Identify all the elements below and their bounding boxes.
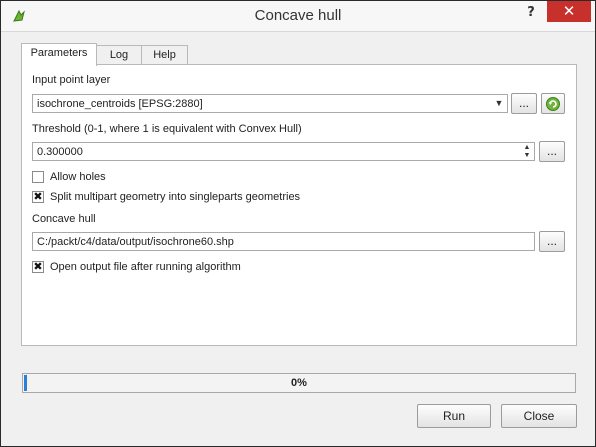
output-path-input[interactable]: C:/packt/c4/data/output/isochrone60.shp [32,232,535,251]
chevron-down-icon: ▼ [494,98,504,108]
progress-text: 0% [291,377,307,389]
dialog-window: Concave hull ? ✕ Parameters Log Help Inp… [0,0,596,447]
split-multipart-checkbox[interactable]: ✖ [32,191,44,203]
close-button[interactable]: Close [501,404,577,428]
tab-help[interactable]: Help [141,45,188,65]
output-label: Concave hull [32,213,96,225]
threshold-browse-button[interactable]: ... [539,141,565,162]
spin-down-icon[interactable]: ▼ [521,152,533,160]
window-close-button[interactable]: ✕ [547,1,591,22]
input-layer-select[interactable]: isochrone_centroids [EPSG:2880] ▼ [32,94,508,113]
titlebar: Concave hull ? ✕ [1,1,595,32]
allow-holes-checkbox[interactable] [32,171,44,183]
threshold-label: Threshold (0-1, where 1 is equivalent wi… [32,123,302,135]
window-title: Concave hull [254,7,342,24]
input-layer-browse-button[interactable]: ... [511,93,537,114]
open-output-checkbox[interactable]: ✖ [32,261,44,273]
allow-holes-label: Allow holes [50,171,106,183]
threshold-value: 0.300000 [37,146,83,158]
iterate-button[interactable] [541,93,565,114]
input-layer-label: Input point layer [32,74,111,86]
output-browse-button[interactable]: ... [539,231,565,252]
tab-log[interactable]: Log [95,45,143,65]
threshold-input[interactable]: 0.300000 ▲ ▼ [32,142,535,161]
refresh-icon [546,97,560,111]
input-layer-value: isochrone_centroids [EPSG:2880] [37,98,203,110]
open-output-label: Open output file after running algorithm [50,261,241,273]
split-multipart-label: Split multipart geometry into singlepart… [50,191,301,203]
spin-up-icon[interactable]: ▲ [521,144,533,152]
help-button[interactable]: ? [521,5,541,23]
tab-parameters[interactable]: Parameters [21,43,97,66]
progress-bar: 0% [22,373,576,393]
run-button[interactable]: Run [417,404,491,428]
